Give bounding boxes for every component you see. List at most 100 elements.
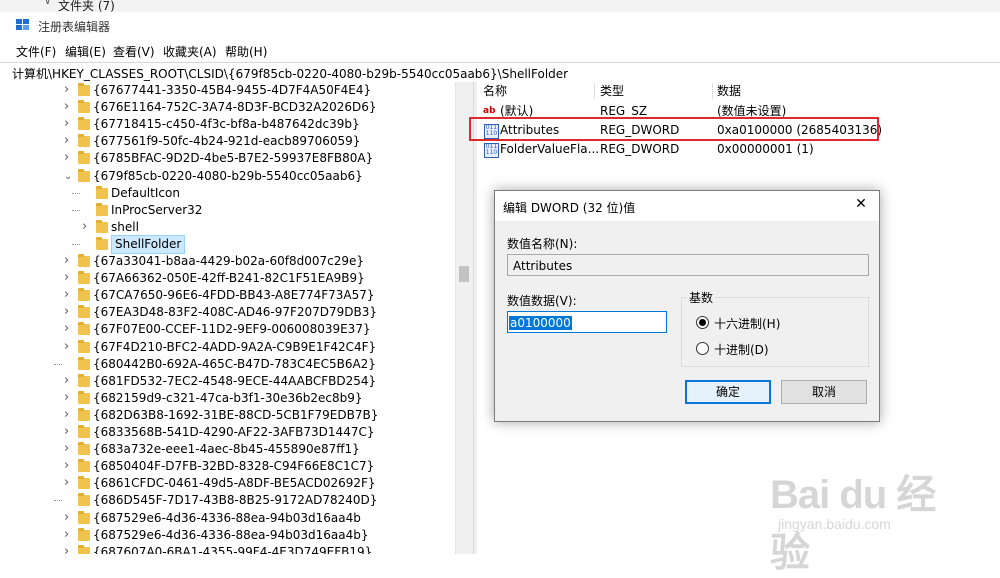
tree-item[interactable]: › {677561f9-50fc-4b24-921d-eacb89706059} <box>0 133 455 150</box>
decimal-radio-label[interactable]: 十进制(D) <box>714 341 769 358</box>
chevron-right-icon[interactable]: › <box>64 98 69 115</box>
tree-item-label[interactable]: {6861CFDC-0461-49d5-A8DF-BE5ACD02692F} <box>93 475 376 492</box>
chevron-right-icon[interactable]: › <box>64 457 69 474</box>
tree-item-label[interactable]: {687529e6-4d36-4336-88ea-94b03d16aa4b} <box>93 527 368 544</box>
chevron-right-icon[interactable]: › <box>64 320 69 337</box>
tree-item-label[interactable]: {6833568B-541D-4290-AF22-3AFB73D1447C} <box>93 424 374 441</box>
tree-item[interactable]: › {683a732e-eee1-4aec-8b45-455890e87ff1} <box>0 441 455 458</box>
tree-item-label[interactable]: {686D545F-7D17-43B8-8B25-9172AD78240D} <box>93 492 377 509</box>
address-path[interactable]: 计算机\HKEY_CLASSES_ROOT\CLSID\{679f85cb-02… <box>12 65 568 82</box>
tree-item-label[interactable]: {682D63B8-1692-31BE-88CD-5CB1F79EDB7B} <box>93 407 378 424</box>
chevron-right-icon[interactable]: › <box>64 372 69 389</box>
chevron-right-icon[interactable]: › <box>82 218 87 235</box>
menu-file[interactable]: 文件(F) <box>16 43 56 60</box>
chevron-right-icon[interactable]: › <box>64 509 69 526</box>
column-header-type[interactable]: 类型 <box>600 82 624 100</box>
tree-item[interactable]: › {67A66362-050E-42ff-B241-82C1F51EA9B9} <box>0 270 455 287</box>
tree-item[interactable]: ⌄ {679f85cb-0220-4080-b29b-5540cc05aab6} <box>0 168 455 185</box>
tree-item-label[interactable]: {6850404F-D7FB-32BD-8328-C94F66E8C1C7} <box>93 458 374 475</box>
decimal-radio[interactable] <box>696 342 709 355</box>
value-row[interactable]: 011 110 FolderValueFla... REG_DWORD 0x000… <box>477 140 1000 159</box>
tree-item-label[interactable]: {67677441-3350-45B4-9455-4D7F4A50F4E4} <box>93 82 371 99</box>
menu-edit[interactable]: 编辑(E) <box>65 43 106 60</box>
tree-item-child[interactable]: › shell <box>0 219 455 236</box>
chevron-right-icon[interactable]: › <box>64 543 69 554</box>
tree-item-label[interactable]: {67F07E00-CCEF-11D2-9EF9-006008039E37} <box>93 321 371 338</box>
tree-item[interactable]: › {67CA7650-96E6-4FDD-BB43-A8E774F73A57} <box>0 287 455 304</box>
tree-item-label[interactable]: {680442B0-692A-465C-B47D-783C4EC5B6A2} <box>93 356 376 373</box>
chevron-right-icon[interactable]: › <box>64 269 69 286</box>
tree-item-child[interactable]: DefaultIcon <box>0 185 455 202</box>
tree-item[interactable]: › {676E1164-752C-3A74-8D3F-BCD32A2026D6} <box>0 99 455 116</box>
tree-item-label[interactable]: {67A66362-050E-42ff-B241-82C1F51EA9B9} <box>93 270 365 287</box>
tree-item[interactable]: › {67F07E00-CCEF-11D2-9EF9-006008039E37} <box>0 321 455 338</box>
column-header-name[interactable]: 名称 <box>483 82 507 100</box>
chevron-right-icon[interactable]: › <box>64 440 69 457</box>
chevron-right-icon[interactable]: › <box>64 132 69 149</box>
tree-scrollbar[interactable] <box>455 82 473 554</box>
tree-item-label[interactable]: {683a732e-eee1-4aec-8b45-455890e87ff1} <box>93 441 360 458</box>
tree-item[interactable]: › {67a33041-b8aa-4429-b02a-60f8d007c29e} <box>0 253 455 270</box>
chevron-right-icon[interactable]: › <box>64 474 69 491</box>
tree-item-label[interactable]: {681FD532-7EC2-4548-9ECE-44AABCFBD254} <box>93 373 376 390</box>
tree-item-child[interactable]: ShellFolder <box>0 234 455 254</box>
tree-item-label[interactable]: InProcServer32 <box>111 202 202 219</box>
tree-item-label[interactable]: {682159d9-c321-47ca-b3f1-30e36b2ec8b9} <box>93 390 363 407</box>
column-separator[interactable] <box>712 83 713 99</box>
chevron-right-icon[interactable]: › <box>64 389 69 406</box>
tree-item[interactable]: › {682159d9-c321-47ca-b3f1-30e36b2ec8b9} <box>0 390 455 407</box>
tree-item-label[interactable]: {67a33041-b8aa-4429-b02a-60f8d007c29e} <box>93 253 364 270</box>
hex-radio[interactable] <box>696 316 709 329</box>
column-separator[interactable] <box>594 83 595 99</box>
chevron-right-icon[interactable]: › <box>64 149 69 166</box>
tree-item[interactable]: › {682D63B8-1692-31BE-88CD-5CB1F79EDB7B} <box>0 407 455 424</box>
chevron-right-icon[interactable]: › <box>64 338 69 355</box>
tree-item[interactable]: › {6850404F-D7FB-32BD-8328-C94F66E8C1C7} <box>0 458 455 475</box>
tree-item-label[interactable]: {687529e6-4d36-4336-88ea-94b03d16aa4b <box>93 510 361 527</box>
tree-item-label[interactable]: ShellFolder <box>111 234 186 254</box>
chevron-right-icon[interactable]: › <box>64 82 69 98</box>
tree-item-label[interactable]: {67718415-c450-4f3c-bf8a-b487642dc39b} <box>93 116 360 133</box>
tree-item-label[interactable]: {679f85cb-0220-4080-b29b-5540cc05aab6} <box>93 168 363 185</box>
scrollbar-thumb[interactable] <box>459 266 469 282</box>
hex-radio-label[interactable]: 十六进制(H) <box>714 315 780 332</box>
tree-item-label[interactable]: DefaultIcon <box>111 185 180 202</box>
ok-button[interactable]: 确定 <box>685 380 771 404</box>
column-header-data[interactable]: 数据 <box>717 82 741 100</box>
chevron-down-icon[interactable]: ⌄ <box>64 168 72 185</box>
tree-item[interactable]: › {6785BFAC-9D2D-4be5-B7E2-59937E8FB80A} <box>0 150 455 167</box>
menu-favorites[interactable]: 收藏夹(A) <box>163 43 217 60</box>
tree-item[interactable]: {680442B0-692A-465C-B47D-783C4EC5B6A2} <box>0 356 455 373</box>
tree-item-label[interactable]: {6785BFAC-9D2D-4be5-B7E2-59937E8FB80A} <box>93 150 373 167</box>
tree-item[interactable]: › {6861CFDC-0461-49d5-A8DF-BE5ACD02692F} <box>0 475 455 492</box>
tree-item-label[interactable]: shell <box>111 219 139 236</box>
chevron-right-icon[interactable]: › <box>64 406 69 423</box>
tree-item[interactable]: › {67718415-c450-4f3c-bf8a-b487642dc39b} <box>0 116 455 133</box>
tree-item[interactable]: {686D545F-7D17-43B8-8B25-9172AD78240D} <box>0 492 455 509</box>
chevron-down-icon[interactable]: ∨ <box>44 0 51 7</box>
chevron-right-icon[interactable]: › <box>64 423 69 440</box>
chevron-right-icon[interactable]: › <box>64 303 69 320</box>
chevron-right-icon[interactable]: › <box>64 252 69 269</box>
tree-item[interactable]: › {67F4D210-BFC2-4ADD-9A2A-C9B9E1F42C4F} <box>0 339 455 356</box>
tree-item[interactable]: › {67677441-3350-45B4-9455-4D7F4A50F4E4} <box>0 82 455 99</box>
tree-item[interactable]: › {687529e6-4d36-4336-88ea-94b03d16aa4b} <box>0 527 455 544</box>
tree-item-label[interactable]: {67F4D210-BFC2-4ADD-9A2A-C9B9E1F42C4F} <box>93 339 376 356</box>
tree-item[interactable]: › {6833568B-541D-4290-AF22-3AFB73D1447C} <box>0 424 455 441</box>
value-data-text[interactable]: a0100000 <box>509 316 572 330</box>
tree-item-label[interactable]: {67CA7650-96E6-4FDD-BB43-A8E774F73A57} <box>93 287 375 304</box>
tree-item[interactable]: › {681FD532-7EC2-4548-9ECE-44AABCFBD254} <box>0 373 455 390</box>
tree-item-label[interactable]: {67EA3D48-83F2-408C-AD46-97F207D79DB3} <box>93 304 377 321</box>
tree-item[interactable]: › {67EA3D48-83F2-408C-AD46-97F207D79DB3} <box>0 304 455 321</box>
chevron-right-icon[interactable]: › <box>64 526 69 543</box>
menu-view[interactable]: 查看(V) <box>113 43 155 60</box>
address-bar[interactable]: 计算机\HKEY_CLASSES_ROOT\CLSID\{679f85cb-02… <box>0 62 1000 84</box>
menu-help[interactable]: 帮助(H) <box>225 43 267 60</box>
tree-item-label[interactable]: {687607A0-6BA1-4355-99F4-4E3D749EFB19} <box>93 544 372 554</box>
tree-item-label[interactable]: {676E1164-752C-3A74-8D3F-BCD32A2026D6} <box>93 99 377 116</box>
tree-item[interactable]: › {687607A0-6BA1-4355-99F4-4E3D749EFB19} <box>0 544 455 554</box>
tree-item-child[interactable]: InProcServer32 <box>0 202 455 219</box>
tree-item-label[interactable]: {677561f9-50fc-4b24-921d-eacb89706059} <box>93 133 360 150</box>
chevron-right-icon[interactable]: › <box>64 286 69 303</box>
close-icon[interactable]: ✕ <box>851 196 871 212</box>
